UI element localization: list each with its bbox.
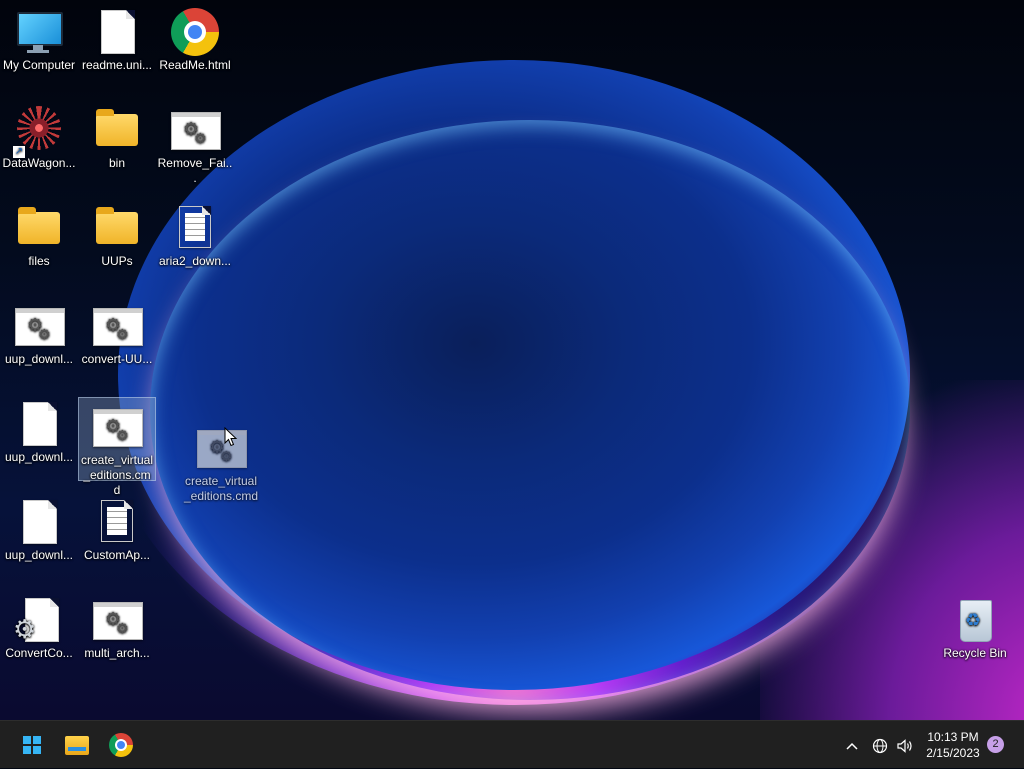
desktop-icon-convertconfig[interactable]: ⚙ ConvertCo...: [0, 590, 78, 661]
drag-ghost-label: create_virtual_editions.cmd: [183, 474, 259, 503]
desktop-icon-aria2-download[interactable]: aria2_down...: [156, 198, 234, 269]
desktop-icon-readme-html[interactable]: ReadMe.html: [156, 2, 234, 73]
taskbar: 10:13 PM 2/15/2023: [0, 720, 1024, 768]
desktop-icon-label: files: [28, 254, 50, 268]
desktop-icon-uup-download-file[interactable]: uup_downl...: [0, 394, 78, 465]
desktop-icon-uup-download-file-2[interactable]: uup_downl...: [0, 492, 78, 563]
desktop-icon-label: bin: [108, 156, 125, 170]
taskbar-clock[interactable]: 10:13 PM 2/15/2023: [916, 729, 990, 761]
folder-icon: [15, 204, 63, 252]
clock-date: 2/15/2023: [926, 746, 980, 760]
desktop-icon-customappx[interactable]: CustomAp...: [78, 492, 156, 563]
cmd-script-icon: ⚙ ⚙: [171, 106, 221, 154]
file-explorer-icon: [65, 736, 89, 755]
desktop-icon-recycle-bin[interactable]: ♻ Recycle Bin: [936, 590, 1014, 661]
datawagon-app-icon: ↗: [13, 106, 63, 158]
text-file-icon: [93, 498, 141, 546]
start-button[interactable]: [14, 727, 50, 763]
desktop-icon-files[interactable]: files: [0, 198, 78, 269]
computer-icon: [15, 8, 63, 56]
notification-badge[interactable]: 2: [987, 736, 1004, 753]
chrome-icon: [171, 8, 219, 56]
desktop-icon-bin[interactable]: bin: [78, 100, 156, 171]
desktop-icon-label: My Computer: [2, 58, 76, 72]
desktop-icon-label: ConvertCo...: [5, 646, 73, 660]
document-icon: [15, 498, 63, 546]
desktop-icon-multi-arch[interactable]: ⚙ ⚙ multi_arch...: [78, 590, 156, 661]
cmd-script-icon: ⚙ ⚙: [93, 596, 143, 644]
network-button[interactable]: [868, 721, 892, 769]
desktop-icon-label: Remove_Fai...: [157, 156, 233, 185]
cmd-script-icon: ⚙ ⚙: [15, 302, 65, 350]
desktop-icon-remove-failed[interactable]: ⚙ ⚙ Remove_Fai...: [156, 100, 234, 186]
cmd-script-icon: ⚙ ⚙: [93, 302, 143, 350]
globe-icon: [872, 737, 888, 754]
desktop-icon-label: multi_arch...: [84, 646, 150, 660]
desktop-icon-label: CustomAp...: [83, 548, 151, 562]
drag-ghost-create-virtual-editions: ⚙ ⚙ create_virtual_editions.cmd: [182, 420, 260, 504]
desktop-icon-label: readme.uni...: [81, 58, 153, 72]
windows-logo-icon: [23, 736, 41, 754]
document-icon: [15, 400, 63, 448]
folder-icon: [93, 204, 141, 252]
desktop-icon-label: Recycle Bin: [943, 646, 1007, 660]
file-explorer-button[interactable]: [58, 727, 94, 763]
desktop-icon-create-virtual-editions[interactable]: ⚙ ⚙ create_virtual_editions.cmd: [78, 397, 156, 497]
folder-icon: [93, 106, 141, 154]
chrome-taskbar-button[interactable]: [103, 727, 139, 763]
show-hidden-icons-button[interactable]: [842, 721, 862, 769]
desktop-icon-label: aria2_down...: [158, 254, 232, 268]
document-icon: [93, 8, 141, 56]
wallpaper-bloom-rim: [150, 120, 910, 700]
desktop-icon-label: uup_downl...: [4, 450, 74, 464]
shortcut-arrow-icon: ↗: [13, 146, 25, 158]
desktop-icon-uups[interactable]: UUPs: [78, 198, 156, 269]
cmd-script-icon: ⚙ ⚙: [93, 403, 143, 451]
desktop-icon-datawagon[interactable]: ↗ DataWagon...: [0, 100, 78, 171]
desktop-icon-readme-unix[interactable]: readme.uni...: [78, 2, 156, 73]
desktop-icon-label: ReadMe.html: [159, 58, 231, 72]
text-file-icon: [171, 204, 219, 252]
desktop-icon-label: DataWagon...: [2, 156, 76, 170]
desktop-icon-convert-uup[interactable]: ⚙ ⚙ convert-UU...: [78, 296, 156, 367]
chrome-icon: [109, 733, 133, 757]
desktop-icon-label: UUPs: [101, 254, 133, 268]
speaker-icon: [896, 737, 914, 754]
volume-button[interactable]: [893, 721, 917, 769]
desktop-icon-label: uup_downl...: [4, 352, 74, 366]
desktop-icon-uup-download-cmd[interactable]: ⚙ ⚙ uup_downl...: [0, 296, 78, 367]
config-file-icon: ⚙: [13, 596, 63, 644]
desktop-icon-label: convert-UU...: [81, 352, 153, 366]
chevron-up-icon: [846, 737, 858, 753]
clock-time: 10:13 PM: [927, 730, 979, 744]
desktop-icon-label: uup_downl...: [4, 548, 74, 562]
desktop-icon-my-computer[interactable]: My Computer: [0, 2, 78, 73]
recycle-bin-icon: ♻: [951, 596, 999, 644]
